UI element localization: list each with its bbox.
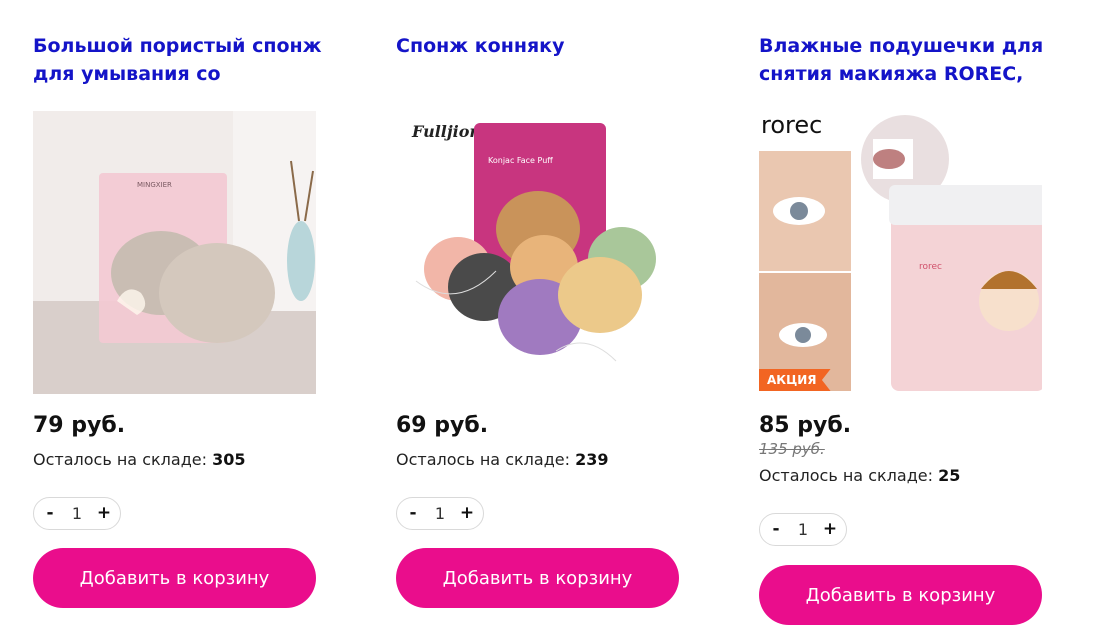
svg-text:rorec: rorec bbox=[761, 111, 822, 139]
stock-info: Осталось на складе: 239 bbox=[396, 450, 608, 469]
product-image[interactable]: rorec rorec АКЦИЯ bbox=[759, 111, 1042, 394]
stock-info: Осталось на складе: 25 bbox=[759, 466, 960, 485]
stock-info: Осталось на складе: 305 bbox=[33, 450, 245, 469]
quantity-increase-button[interactable]: + bbox=[96, 505, 112, 522]
quantity-decrease-button[interactable]: - bbox=[768, 521, 784, 538]
svg-text:MINGXIER: MINGXIER bbox=[137, 181, 172, 189]
sale-badge: АКЦИЯ bbox=[759, 369, 831, 391]
quantity-stepper: - + bbox=[759, 513, 847, 546]
product-title-link[interactable]: Большой пористый спонж для умывания со bbox=[33, 32, 323, 88]
add-to-cart-button[interactable]: Добавить в корзину bbox=[396, 548, 679, 608]
product-price: 85 руб. bbox=[759, 413, 852, 438]
stock-label: Осталось на складе: bbox=[33, 450, 213, 469]
add-to-cart-button[interactable]: Добавить в корзину bbox=[33, 548, 316, 608]
product-image[interactable]: Fulljion Konjac Face Puff bbox=[396, 111, 679, 394]
svg-text:rorec: rorec bbox=[919, 262, 942, 272]
makeup-pads-photo: rorec rorec bbox=[759, 111, 1042, 394]
quantity-stepper: - + bbox=[396, 497, 484, 530]
product-title-link[interactable]: Спонж конняку bbox=[396, 32, 686, 60]
stock-count: 25 bbox=[938, 466, 961, 485]
stock-label: Осталось на складе: bbox=[759, 466, 939, 485]
product-image[interactable]: MINGXIER bbox=[33, 111, 316, 394]
quantity-stepper: - + bbox=[33, 497, 121, 530]
product-title-link[interactable]: Влажные подушечки для снятия макияжа ROR… bbox=[759, 32, 1049, 88]
stock-count: 239 bbox=[575, 450, 609, 469]
quantity-input[interactable] bbox=[425, 504, 455, 523]
konjac-sponge-photo: Fulljion Konjac Face Puff bbox=[396, 111, 679, 394]
quantity-input[interactable] bbox=[62, 504, 92, 523]
quantity-decrease-button[interactable]: - bbox=[42, 505, 58, 522]
quantity-input[interactable] bbox=[788, 520, 818, 539]
svg-text:Fulljion: Fulljion bbox=[411, 122, 481, 141]
sponge-product-photo: MINGXIER bbox=[33, 111, 316, 394]
quantity-increase-button[interactable]: + bbox=[822, 521, 838, 538]
product-price: 79 руб. bbox=[33, 413, 126, 438]
product-price: 69 руб. bbox=[396, 413, 489, 438]
quantity-decrease-button[interactable]: - bbox=[405, 505, 421, 522]
old-price: 135 руб. bbox=[759, 440, 825, 458]
stock-label: Осталось на складе: bbox=[396, 450, 576, 469]
stock-count: 305 bbox=[212, 450, 246, 469]
svg-text:Konjac Face Puff: Konjac Face Puff bbox=[488, 156, 553, 165]
quantity-increase-button[interactable]: + bbox=[459, 505, 475, 522]
add-to-cart-button[interactable]: Добавить в корзину bbox=[759, 565, 1042, 625]
